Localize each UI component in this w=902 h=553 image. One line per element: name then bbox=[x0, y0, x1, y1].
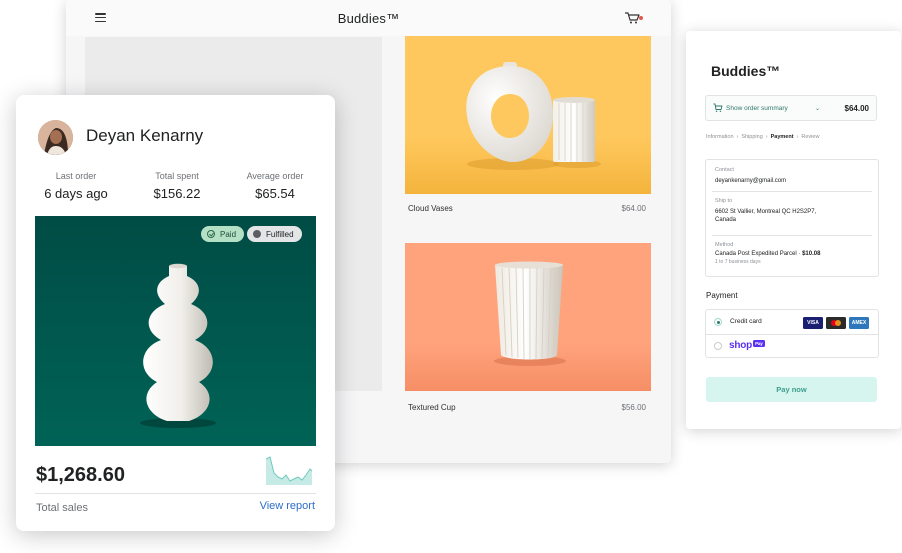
fulfilled-dot-icon bbox=[253, 230, 261, 238]
credit-card-label: Credit card bbox=[730, 318, 762, 325]
amex-icon: AMEX bbox=[849, 317, 869, 329]
ship-to-value: 6602 St Vallier, Montreal QC H2S2P7, Can… bbox=[715, 208, 869, 224]
total-sales-label: Total sales bbox=[36, 502, 88, 514]
stat-label: Last order bbox=[55, 171, 97, 181]
stat-value: $156.22 bbox=[153, 186, 201, 201]
status-badge-fulfilled: Fulfilled bbox=[247, 226, 302, 242]
order-product-image: Paid Fulfilled bbox=[35, 216, 316, 446]
order-summary-label: Show order summary bbox=[726, 105, 788, 112]
mastercard-icon bbox=[826, 317, 846, 329]
contact-value: deyankenarny@gmail.com bbox=[715, 178, 787, 184]
breadcrumb: Information › Shipping › Payment › Review bbox=[706, 134, 819, 140]
shop-pay-logo: shop Pay bbox=[729, 340, 765, 351]
stat-value: 6 days ago bbox=[44, 186, 108, 201]
product-price: $64.00 bbox=[621, 204, 646, 213]
payment-heading: Payment bbox=[706, 291, 738, 300]
ship-to-label: Ship to bbox=[715, 198, 733, 204]
textured-cup-illustration bbox=[405, 261, 651, 391]
product-image-textured-cup[interactable] bbox=[405, 243, 651, 391]
pay-now-button[interactable]: Pay now bbox=[706, 377, 877, 402]
contact-row: Contact deyankenarny@gmail.com bbox=[715, 167, 869, 185]
chevron-right-icon: › bbox=[765, 134, 768, 140]
stat-label: Total spent bbox=[155, 171, 199, 181]
stat-label: Average order bbox=[246, 171, 304, 181]
method-label: Method bbox=[715, 242, 734, 248]
breadcrumb-payment: Payment bbox=[770, 134, 794, 140]
status-badge-paid: Paid bbox=[201, 226, 245, 242]
chevron-right-icon: › bbox=[796, 134, 799, 140]
product-name[interactable]: Textured Cup bbox=[408, 403, 456, 412]
storefront-header: Buddies™ bbox=[66, 0, 671, 36]
visa-icon: VISA bbox=[803, 317, 823, 329]
chevron-down-icon: ⌄ bbox=[815, 106, 821, 112]
method-name: Canada Post Expedited Parcel · bbox=[715, 251, 803, 257]
payment-options: Credit card VISA AMEX shop Pay bbox=[705, 309, 879, 358]
cloud-vase-illustration bbox=[405, 62, 651, 194]
view-report-link[interactable]: View report bbox=[260, 500, 315, 512]
divider bbox=[712, 191, 872, 192]
store-title: Buddies™ bbox=[337, 11, 400, 26]
breadcrumb-shipping[interactable]: Shipping bbox=[741, 134, 762, 140]
order-info-box: Contact deyankenarny@gmail.com Ship to 6… bbox=[705, 159, 879, 277]
checkout-store-title: Buddies™ bbox=[711, 63, 781, 79]
chevron-right-icon: › bbox=[736, 134, 739, 140]
badge-label: Paid bbox=[220, 229, 237, 239]
ship-to-line2: Canada bbox=[715, 217, 737, 223]
ship-to-line1: 6602 St Vallier, Montreal QC H2S2P7, bbox=[715, 209, 817, 215]
stat-total-spent: Total spent $156.22 bbox=[127, 171, 227, 201]
payment-option-credit-card[interactable]: Credit card VISA AMEX bbox=[706, 310, 878, 334]
total-sales-value: $1,268.60 bbox=[36, 464, 125, 486]
method-value: Canada Post Expedited Parcel · $10.08 bbox=[715, 250, 869, 258]
customer-card: Deyan Kenarny Last order 6 days ago Tota… bbox=[16, 95, 335, 531]
product-price: $56.00 bbox=[621, 403, 646, 412]
sparkline-chart bbox=[266, 456, 312, 485]
method-price: $10.08 bbox=[802, 251, 821, 257]
method-delivery-time: 1 to 7 business days bbox=[715, 259, 761, 265]
payment-option-shop-pay[interactable]: shop Pay bbox=[706, 334, 878, 358]
product-image-cloud-vases[interactable] bbox=[405, 36, 651, 194]
shop-pay-tag: Pay bbox=[753, 340, 765, 347]
breadcrumb-information[interactable]: Information bbox=[706, 134, 734, 140]
stat-average-order: Average order $65.54 bbox=[225, 171, 325, 201]
method-row: Method Canada Post Expedited Parcel · $1… bbox=[715, 242, 869, 265]
stat-value: $65.54 bbox=[255, 186, 295, 201]
contact-label: Contact bbox=[715, 167, 734, 173]
checkout-panel: Buddies™ Show order summary ⌄ $64.00 Inf… bbox=[686, 31, 901, 429]
order-summary-total: $64.00 bbox=[844, 104, 869, 113]
shop-logo-text: shop bbox=[729, 340, 753, 351]
order-summary-toggle[interactable]: Show order summary ⌄ $64.00 bbox=[705, 95, 877, 121]
badge-label: Fulfilled bbox=[266, 229, 294, 239]
customer-name: Deyan Kenarny bbox=[86, 126, 204, 145]
stat-last-order: Last order 6 days ago bbox=[26, 171, 126, 201]
avatar bbox=[38, 120, 73, 155]
sculpted-vase-illustration bbox=[140, 263, 216, 428]
ship-to-row: Ship to 6602 St Vallier, Montreal QC H2S… bbox=[715, 198, 869, 224]
cart-notification-dot bbox=[639, 16, 643, 20]
credit-card-radio[interactable] bbox=[714, 318, 722, 326]
product-name[interactable]: Cloud Vases bbox=[408, 204, 453, 213]
divider bbox=[712, 235, 872, 236]
order-summary-cart-icon bbox=[713, 103, 723, 112]
divider bbox=[35, 493, 316, 494]
breadcrumb-review: Review bbox=[801, 134, 820, 140]
paid-check-icon bbox=[207, 230, 215, 238]
shop-pay-radio[interactable] bbox=[714, 342, 722, 350]
card-brand-icons: VISA AMEX bbox=[803, 317, 869, 329]
